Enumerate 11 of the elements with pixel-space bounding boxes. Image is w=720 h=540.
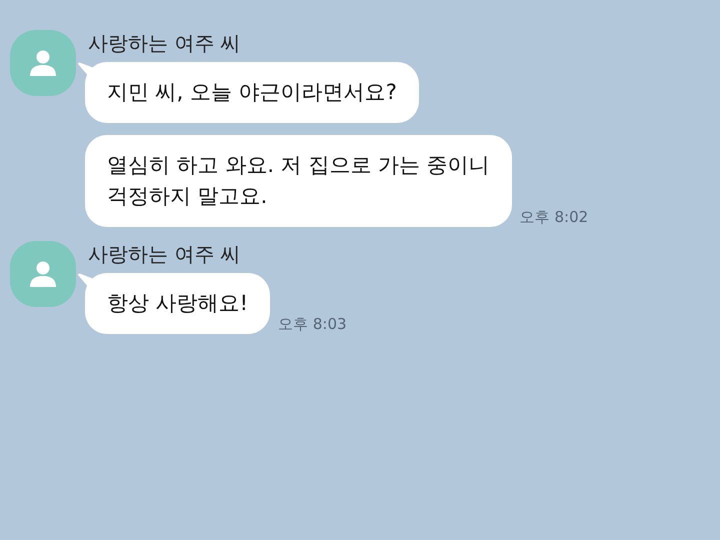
message-bubble: 열심히 하고 와요. 저 집으로 가는 중이니 걱정하지 말고요. <box>85 135 512 227</box>
person-icon <box>29 260 57 288</box>
message-time: 오후 8:03 <box>278 315 347 334</box>
avatar[interactable] <box>10 30 76 96</box>
sender-name: 사랑하는 여주 씨 <box>88 30 242 56</box>
person-icon <box>29 49 57 77</box>
sender-name: 사랑하는 여주 씨 <box>88 241 242 267</box>
avatar[interactable] <box>10 241 76 307</box>
bubble-tail <box>78 62 94 78</box>
message-time: 오후 8:02 <box>520 208 588 227</box>
bubble-tail <box>78 273 94 289</box>
